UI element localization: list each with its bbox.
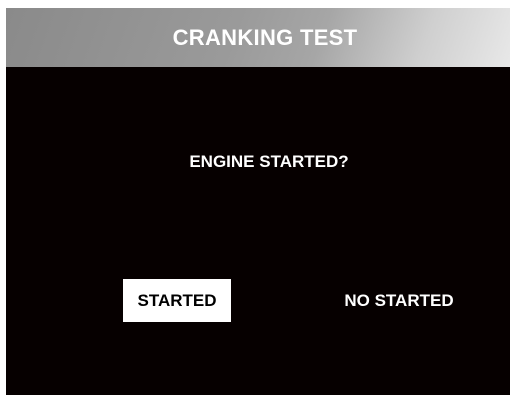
- title-bar: CRANKING TEST: [6, 8, 510, 67]
- engine-started-question: ENGINE STARTED?: [189, 152, 349, 171]
- started-button[interactable]: STARTED: [123, 279, 231, 322]
- cranking-test-screen: CRANKING TEST ENGINE STARTED? STARTED NO…: [6, 8, 510, 395]
- page-title: CRANKING TEST: [172, 24, 358, 50]
- no-started-button[interactable]: NO STARTED: [324, 279, 474, 322]
